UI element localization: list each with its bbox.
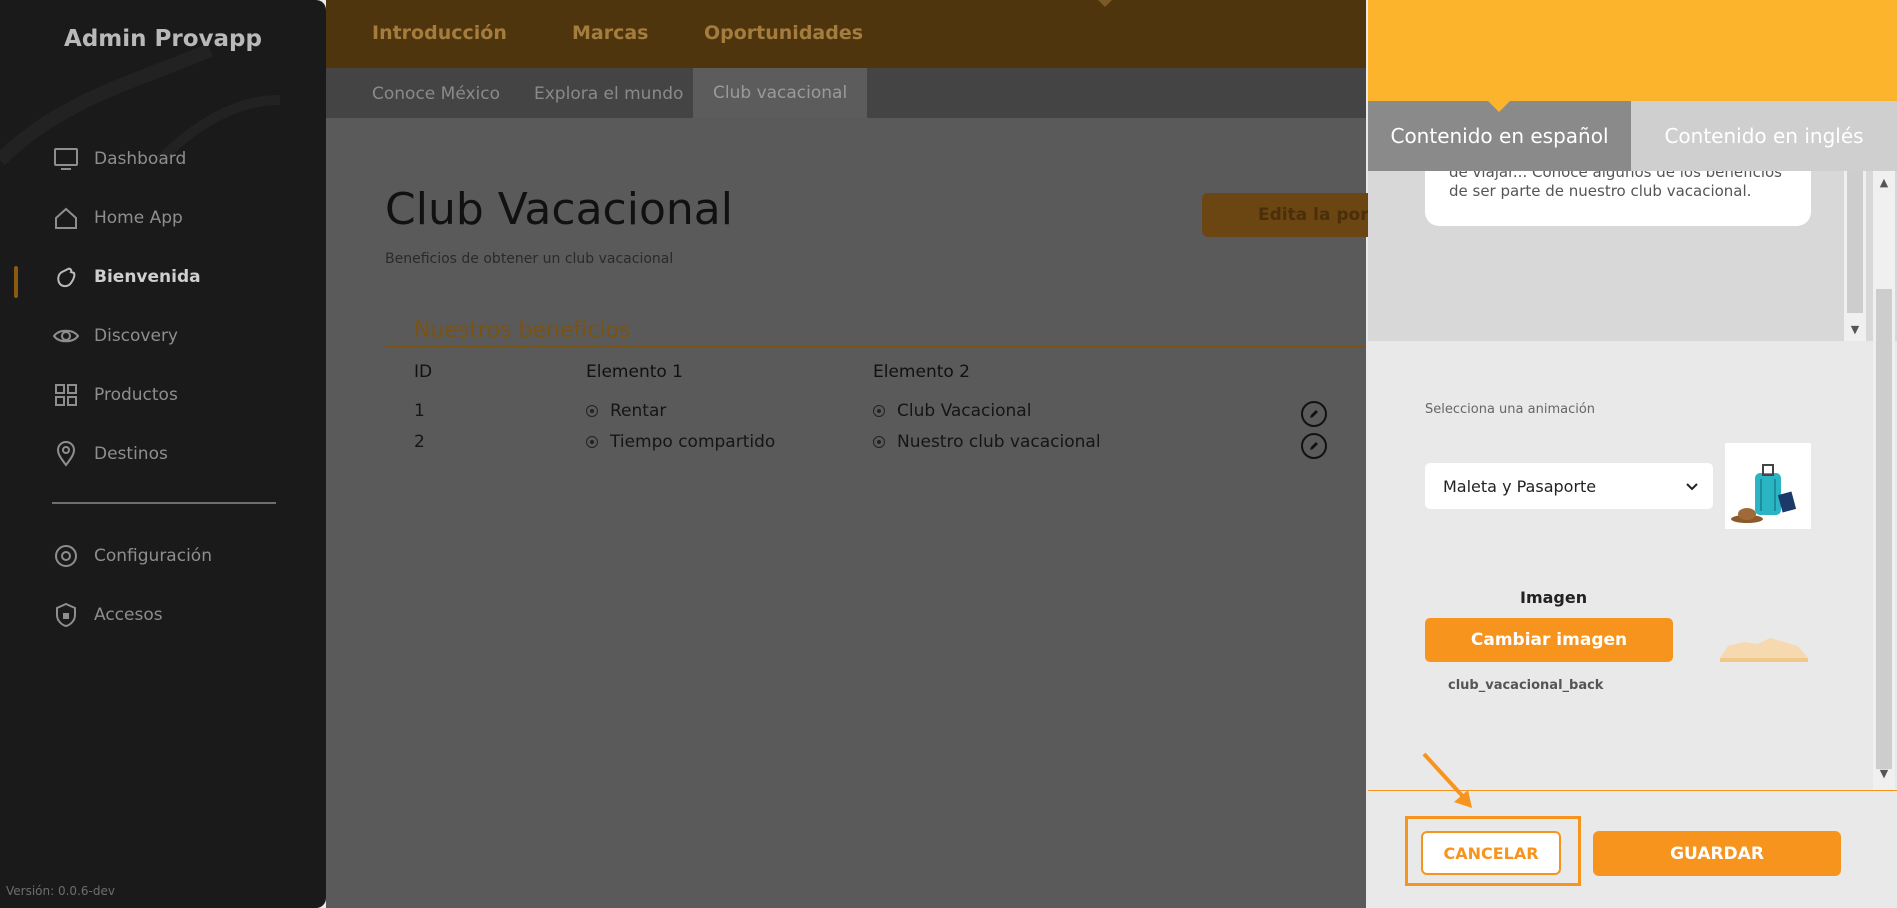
sidebar-item-destinos[interactable]: Destinos	[52, 437, 168, 471]
tab-introduccion[interactable]: Introducción	[372, 22, 507, 44]
subtab-conoce-mexico[interactable]: Conoce México	[372, 84, 500, 104]
annotation-arrow-icon	[1422, 752, 1472, 808]
suitcase-passport-icon	[1725, 443, 1811, 529]
sidebar-item-productos[interactable]: Productos	[52, 378, 178, 412]
location-pin-icon	[52, 440, 80, 468]
waving-hand-icon	[52, 263, 80, 291]
save-button[interactable]: GUARDAR	[1593, 831, 1841, 876]
sidebar-item-accesos[interactable]: Accesos	[52, 598, 163, 632]
tab-oportunidades[interactable]: Oportunidades	[704, 22, 863, 44]
table-cell-elemento-1: Rentar	[586, 401, 666, 421]
edit-row-pencil-icon[interactable]	[1301, 433, 1327, 459]
app-version: Versión: 0.0.6-dev	[6, 884, 115, 898]
active-indicator	[14, 266, 18, 298]
sidebar-item-label: Bienvenida	[94, 267, 201, 287]
page-title: Club Vacacional	[385, 184, 733, 235]
sidebar-item-configuracion[interactable]: Configuración	[52, 539, 212, 573]
app-title: Admin Provapp	[64, 26, 262, 52]
sidebar-item-label: Discovery	[94, 326, 178, 346]
sidebar-item-dashboard[interactable]: Dashboard	[52, 142, 186, 176]
shield-icon	[52, 601, 80, 629]
rich-text-editor[interactable]: de viajar... Conoce algunos de los benef…	[1425, 171, 1811, 226]
page-subtitle: Beneficios de obtener un club vacacional	[385, 251, 674, 267]
cell-text: Rentar	[610, 401, 667, 421]
sidebar-item-label: Configuración	[94, 546, 212, 566]
drawer-scrollbar[interactable]: ▲ ▼	[1873, 171, 1895, 791]
table-cell-id: 2	[414, 432, 425, 452]
sidebar-item-discovery[interactable]: Discovery	[52, 319, 178, 353]
sidebar-item-label: Dashboard	[94, 149, 187, 169]
home-icon	[52, 204, 80, 232]
scrollbar-thumb[interactable]	[1847, 171, 1863, 313]
sidebar-item-label: Destinos	[94, 444, 168, 464]
change-image-button[interactable]: Cambiar imagen	[1425, 618, 1673, 662]
cell-text: Nuestro club vacacional	[897, 432, 1101, 452]
editor-scrollbar[interactable]: ▼	[1844, 171, 1866, 341]
animation-select[interactable]: Maleta y Pasaporte	[1425, 463, 1713, 509]
active-tab-pointer	[1488, 101, 1510, 112]
image-file-name: club_vacacional_back	[1448, 678, 1604, 693]
image-preview-icon	[1718, 628, 1810, 664]
table-cell-elemento-2: Nuestro club vacacional	[873, 432, 1101, 452]
grid-icon	[52, 381, 80, 409]
sub-navigation: Conoce México Explora el mundo Club vaca…	[326, 68, 1366, 118]
table-cell-elemento-2: Club Vacacional	[873, 401, 1031, 421]
section-title: Nuestros beneficios	[414, 318, 631, 343]
scroll-up-icon[interactable]: ▲	[1873, 176, 1895, 189]
top-navigation: Introducción Marcas Oportunidades	[326, 0, 1366, 68]
table-cell-elemento-1: Tiempo compartido	[586, 432, 775, 452]
selected-animation: Maleta y Pasaporte	[1443, 476, 1597, 496]
scrollbar-thumb[interactable]	[1876, 289, 1892, 769]
sidebar: Admin Provapp Dashboard Home App Bienven…	[0, 0, 326, 908]
bullet-icon	[873, 436, 885, 448]
eye-icon	[52, 322, 80, 350]
animation-label: Selecciona una animación	[1425, 402, 1596, 417]
drawer-header	[1368, 0, 1897, 101]
section-divider	[385, 346, 1366, 347]
sidebar-item-home-app[interactable]: Home App	[52, 201, 183, 235]
subtab-explora-el-mundo[interactable]: Explora el mundo	[534, 84, 683, 104]
cell-text: Tiempo compartido	[610, 432, 776, 452]
sidebar-item-label: Productos	[94, 385, 178, 405]
cell-text: Club Vacacional	[897, 401, 1032, 421]
bullet-icon	[873, 405, 885, 417]
scroll-down-icon[interactable]: ▼	[1844, 323, 1866, 336]
edit-cover-button[interactable]: Edita la portada	[1202, 193, 1368, 237]
scroll-down-icon[interactable]: ▼	[1873, 767, 1895, 780]
column-header-id: ID	[414, 362, 433, 382]
sidebar-item-label: Accesos	[94, 605, 163, 625]
edit-row-pencil-icon[interactable]	[1301, 401, 1327, 427]
editor-line: de viajar... Conoce algunos de los benef…	[1449, 171, 1782, 181]
chevron-down-icon	[1685, 477, 1699, 496]
bullet-icon	[586, 436, 598, 448]
language-tabs: Contenido en español Contenido en inglés	[1368, 101, 1897, 171]
tab-marcas[interactable]: Marcas	[572, 22, 649, 44]
column-header-elemento-2: Elemento 2	[873, 362, 971, 382]
monitor-icon	[52, 145, 80, 173]
image-label: Imagen	[1520, 588, 1588, 607]
subtab-club-vacacional[interactable]: Club vacacional	[693, 68, 868, 118]
table-cell-id: 1	[414, 401, 425, 421]
gear-icon	[52, 542, 80, 570]
active-tab-indicator	[1096, 0, 1114, 7]
bullet-icon	[586, 405, 598, 417]
sidebar-item-bienvenida[interactable]: Bienvenida	[52, 260, 201, 294]
column-header-elemento-1: Elemento 1	[586, 362, 684, 382]
tab-english-content[interactable]: Contenido en inglés	[1631, 101, 1897, 171]
editor-line: de ser parte de nuestro club vacacional.	[1449, 182, 1752, 200]
cancel-button[interactable]: CANCELAR	[1421, 831, 1561, 875]
sidebar-divider	[52, 502, 276, 504]
sidebar-item-label: Home App	[94, 208, 183, 228]
